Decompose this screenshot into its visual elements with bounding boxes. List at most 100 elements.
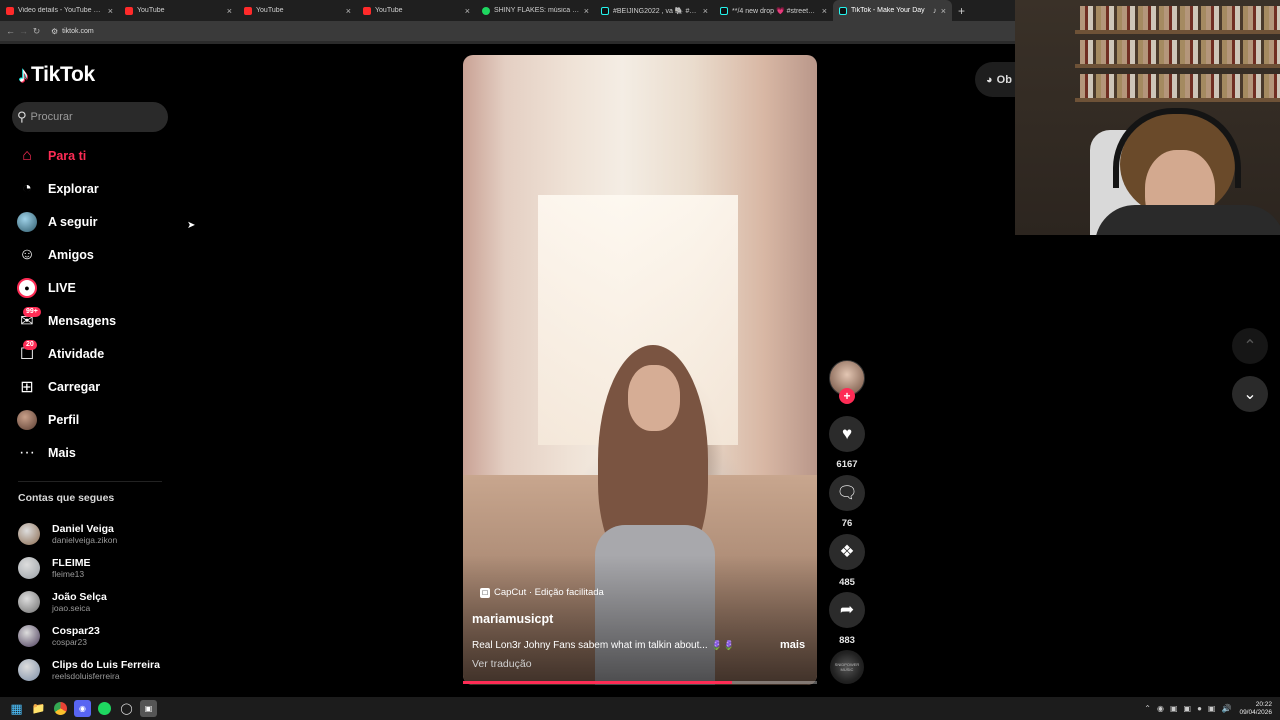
caption-more-button[interactable]: mais [780,639,805,651]
close-tab-icon[interactable]: × [108,6,113,16]
see-translation-link[interactable]: Ver tradução [472,658,532,670]
browser-tab[interactable]: TikTok - Make Your Day ♪ × [833,0,952,21]
comment-button[interactable]: 🗨 [829,475,865,511]
share-button[interactable]: ➦ [829,592,865,628]
following-account[interactable]: Clips do Luis Ferreira reelsdoluisferreir… [18,653,178,687]
notification-badge: 20 [23,339,37,350]
account-name: Cospar23 [52,624,100,637]
browser-tab[interactable]: **/4 new drop 💗 #streetwear × [714,0,833,21]
messages-icon: ✉ 99+ [17,306,41,331]
tray-app-icon[interactable]: ▣ [1170,704,1178,713]
comment-count: 76 [841,518,853,529]
close-tab-icon[interactable]: × [822,6,827,16]
following-account[interactable]: FLEIME fleime13 [18,551,178,585]
browser-tab[interactable]: SHINY FLAKES: música e letra d × [476,0,595,21]
follow-plus-icon[interactable]: + [839,388,855,404]
sidebar-item-live[interactable]: ● LIVE [17,271,167,304]
camera-app-icon[interactable]: ▣ [140,700,157,717]
music-disc[interactable]: SNIDPOWER MUSIC [830,650,864,684]
tray-app-icon[interactable]: ◉ [1157,704,1164,713]
browser-tab[interactable]: YouTube × [357,0,476,21]
account-avatar [18,523,40,545]
sidebar-item-upload[interactable]: ⊞ Carregar [17,370,167,403]
close-tab-icon[interactable]: × [227,6,232,16]
account-text: FLEIME fleime13 [52,557,91,580]
browser-tab[interactable]: #BEIJING2022 , va 🐘 #annash × [595,0,714,21]
back-icon[interactable]: ← [4,26,17,36]
sidebar-item-home[interactable]: ⌂ Para ti [17,139,167,172]
sidebar-item-activity[interactable]: ☐ 20 Atividade [17,337,167,370]
capcut-link[interactable]: □ CapCut · Edição facilitada [480,587,604,598]
sidebar-item-label: Explorar [48,181,99,196]
browser-tab[interactable]: YouTube × [119,0,238,21]
browser-tab[interactable]: YouTube × [238,0,357,21]
following-avatar-icon [17,211,37,232]
browser-tab[interactable]: Video details - YouTube Studio × [0,0,119,21]
sidebar-item-friends[interactable]: ☺ Amigos [17,238,167,271]
file-explorer-icon[interactable]: 📁 [30,700,47,717]
account-avatar [18,659,40,681]
close-tab-icon[interactable]: × [346,6,351,16]
url-text[interactable]: tiktok.com [62,28,94,35]
following-account[interactable]: Daniel Veiga danielveiga.zikon [18,517,178,551]
account-handle: reelsdoluisferreira [52,670,120,681]
browser-tab-bar: Video details - YouTube Studio×YouTube×Y… [0,0,1015,21]
like-action: ♥ 6167 [829,416,865,470]
close-tab-icon[interactable]: × [465,6,470,16]
logo-text: TikTok [31,63,95,86]
profile-avatar [17,409,37,430]
close-tab-icon[interactable]: × [941,6,946,16]
spotify-taskbar-button[interactable] [96,700,113,717]
tab-title: YouTube [375,7,403,14]
forward-icon[interactable]: → [17,26,30,36]
reload-icon[interactable]: ↻ [30,26,43,37]
bookshelf [1075,30,1280,34]
like-button[interactable]: ♥ [829,416,865,452]
discord-icon[interactable]: ◉ [74,700,91,717]
close-tab-icon[interactable]: × [584,6,589,16]
youtube-icon [6,6,14,15]
clock[interactable]: 20:22 09/04/2026 [1239,701,1272,717]
chrome-taskbar-button[interactable] [52,700,69,717]
previous-video-button[interactable]: ⌃ [1232,328,1268,364]
network-icon[interactable]: ▣ [1208,704,1216,713]
tray-app-icon[interactable]: ▣ [1184,704,1192,713]
sidebar-item-following-avatar[interactable]: A seguir [17,205,167,238]
tab-title: SHINY FLAKES: música e letra d [494,7,580,14]
following-avatar [17,211,37,232]
tab-audio-icon[interactable]: ♪ [933,6,937,15]
sidebar-item-more[interactable]: ··· Mais [17,436,167,469]
search-input[interactable] [30,111,151,123]
close-tab-icon[interactable]: × [703,6,708,16]
clock-time: 20:22 [1255,700,1272,708]
new-tab-icon[interactable]: + [958,4,965,18]
volume-icon[interactable]: 🔊 [1221,704,1231,713]
spotify-icon [482,6,490,15]
microphone-icon[interactable]: ● [1197,704,1202,713]
search-icon: ⚲ [17,109,27,124]
youtube-icon [125,6,133,15]
video-progress-bar[interactable] [463,681,817,684]
sidebar-item-label: Mensagens [48,313,117,328]
share-count: 883 [839,635,855,646]
sidebar-item-profile-avatar[interactable]: Perfil [17,403,167,436]
account-handle: cospar23 [52,636,87,647]
windows-start-icon[interactable]: ▦ [8,700,25,717]
tiktok-logo[interactable]: ♪ TikTok [18,62,95,88]
save-button[interactable]: ❖ [829,534,865,570]
following-account[interactable]: Cospar23 cospar23 [18,619,178,653]
chevron-down-icon: ⌄ [1243,386,1257,403]
like-count: 6167 [836,459,858,470]
search-box[interactable]: ⚲ [12,102,168,132]
next-video-button[interactable]: ⌄ [1232,376,1268,412]
obs-icon[interactable]: ◯ [118,700,135,717]
site-info-icon[interactable]: ⚙ [51,27,58,36]
video-creator-name[interactable]: mariamusicpt [472,612,553,626]
books-row [1080,6,1280,30]
tray-chevron-icon[interactable]: ⌃ [1144,704,1151,713]
activity-icon: ☐ 20 [17,339,37,364]
account-name: Daniel Veiga [52,522,114,535]
sidebar-item-messages[interactable]: ✉ 99+ Mensagens [17,304,167,337]
following-account[interactable]: João Selça joao.seica [18,585,178,619]
sidebar-item-compass[interactable]: ◔ Explorar [17,172,167,205]
